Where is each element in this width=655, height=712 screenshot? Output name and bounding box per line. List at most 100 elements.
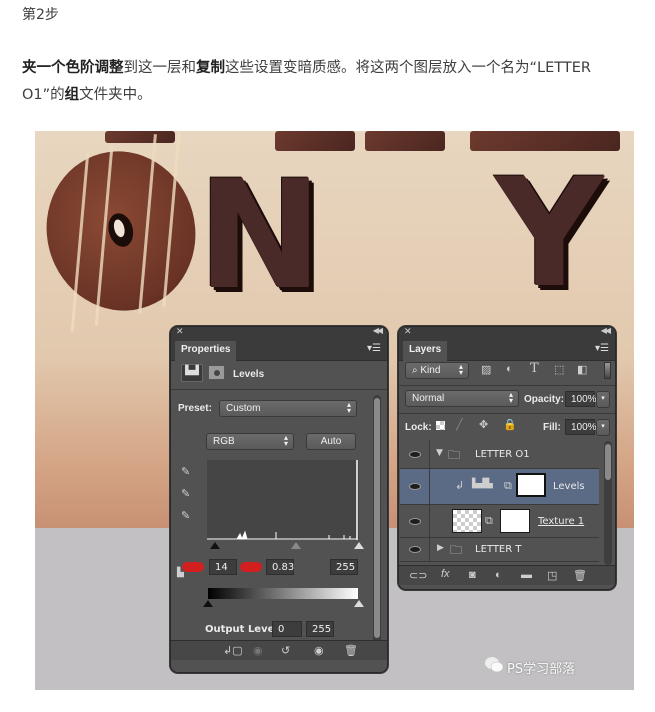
- collapse-icon[interactable]: ◀◀: [601, 326, 611, 335]
- layer-name[interactable]: Texture 1: [538, 516, 584, 527]
- link-layers-icon[interactable]: ⊂⊃: [409, 569, 427, 582]
- gray-eyedropper-icon[interactable]: ✎: [181, 487, 190, 500]
- updown-icon: ▴ ▾: [283, 433, 288, 448]
- smart-object-filter-icon[interactable]: ◧: [577, 363, 587, 376]
- trash-icon[interactable]: 🗑: [573, 569, 587, 582]
- fill-field[interactable]: 100%: [565, 419, 597, 435]
- lock-label: Lock:: [405, 422, 432, 433]
- layers-scrollbar[interactable]: [604, 441, 612, 565]
- input-white-slider[interactable]: [354, 542, 364, 549]
- expand-triangle-icon[interactable]: ▶: [437, 543, 444, 553]
- donut-letter-o: [35, 131, 214, 332]
- eye-icon: [409, 518, 421, 525]
- input-gamma-field[interactable]: 0.83: [266, 559, 294, 575]
- layer-row-group-letter-t[interactable]: ▶ 🗀 LETTER T: [400, 538, 599, 562]
- new-adjustment-icon[interactable]: ◐: [495, 569, 502, 581]
- new-group-icon[interactable]: ▬: [521, 569, 532, 581]
- white-eyedropper-icon[interactable]: ✎: [181, 509, 190, 522]
- filter-kind-value: Kind: [420, 365, 441, 376]
- lock-image-icon[interactable]: ╱: [456, 418, 463, 431]
- output-black-field[interactable]: 0: [272, 621, 302, 637]
- layer-thumbnail[interactable]: [452, 509, 482, 533]
- close-icon[interactable]: ✕: [176, 326, 184, 337]
- output-black-slider[interactable]: [203, 600, 213, 607]
- layers-bottom-bar: ⊂⊃ fx ◙ ◐ ▬ ◳ 🗑: [399, 565, 615, 585]
- opacity-label: Opacity:: [524, 394, 565, 405]
- preset-dropdown[interactable]: Custom ▴ ▾: [219, 400, 357, 417]
- layer-row-group-letter-o1[interactable]: ▼ 🗀 LETTER O1: [400, 440, 599, 469]
- panel-menu-icon[interactable]: ▾☰: [595, 343, 609, 354]
- chocolate-chunk: [275, 131, 355, 151]
- lock-position-icon[interactable]: ✥: [479, 418, 488, 431]
- expand-triangle-icon[interactable]: ▼: [436, 448, 443, 458]
- layer-mask-thumbnail[interactable]: [516, 473, 546, 497]
- icing-stripe: [70, 152, 90, 332]
- opacity-field[interactable]: 100%: [565, 391, 597, 407]
- lock-transparent-icon[interactable]: [436, 421, 445, 430]
- opacity-dropdown-button[interactable]: ▾: [596, 391, 610, 408]
- type-filter-icon[interactable]: T: [530, 361, 539, 376]
- view-previous-icon[interactable]: ◉: [253, 644, 263, 657]
- lock-all-icon[interactable]: 🔒: [503, 418, 517, 431]
- input-white-field[interactable]: 255: [330, 559, 358, 575]
- levels-icon: ▙▟▙: [472, 479, 493, 489]
- folder-icon: 🗀: [448, 448, 461, 462]
- layer-name[interactable]: LETTER T: [475, 544, 521, 555]
- fx-icon[interactable]: fx: [441, 568, 450, 580]
- layer-row-texture-1[interactable]: ⧉ Texture 1: [400, 505, 599, 538]
- visibility-toggle[interactable]: [400, 505, 430, 537]
- input-black-field[interactable]: 14: [209, 559, 237, 575]
- tab-layers[interactable]: Layers: [403, 341, 448, 361]
- divider: [399, 385, 615, 386]
- input-gamma-slider[interactable]: [291, 542, 301, 549]
- panel-menu-icon[interactable]: ▾☰: [367, 343, 381, 354]
- reset-icon[interactable]: ↺: [281, 644, 290, 657]
- blend-mode-dropdown[interactable]: Normal ▴ ▾: [405, 390, 519, 407]
- visibility-toggle[interactable]: [400, 469, 430, 504]
- histogram: [207, 460, 359, 541]
- blend-mode-value: Normal: [412, 393, 445, 404]
- visibility-eye-icon[interactable]: ◉: [314, 644, 324, 657]
- auto-button[interactable]: Auto: [306, 433, 356, 450]
- para-text-3: 文件夹中。: [79, 87, 152, 103]
- visibility-toggle[interactable]: [400, 538, 430, 561]
- black-eyedropper-icon[interactable]: ✎: [181, 465, 190, 478]
- layer-mask-thumbnail[interactable]: [500, 509, 530, 533]
- trash-icon[interactable]: 🗑: [344, 644, 358, 657]
- para-bold-1: 夹一个: [22, 60, 66, 76]
- input-black-slider[interactable]: [210, 542, 220, 549]
- panel-scrollbar[interactable]: [373, 395, 381, 645]
- mask-icon[interactable]: [208, 365, 225, 380]
- adjustment-filter-icon[interactable]: ◐: [506, 363, 513, 375]
- levels-adjustment-icon[interactable]: ▙▟: [181, 364, 203, 382]
- add-mask-icon[interactable]: ◙: [469, 569, 476, 581]
- collapse-icon[interactable]: ◀◀: [373, 326, 383, 335]
- tab-properties[interactable]: Properties: [175, 341, 237, 361]
- output-white-field[interactable]: 255: [306, 621, 334, 637]
- layer-name[interactable]: LETTER O1: [475, 449, 530, 460]
- adjustment-name: Levels: [233, 369, 265, 380]
- divider: [171, 389, 387, 390]
- layer-row-levels[interactable]: ↲ ▙▟▙ ⧉ Levels: [400, 469, 599, 505]
- link-icon[interactable]: ⧉: [504, 479, 512, 493]
- eye-icon: [409, 483, 421, 490]
- visibility-toggle[interactable]: [400, 440, 430, 468]
- close-icon[interactable]: ✕: [404, 326, 412, 337]
- filter-kind-dropdown[interactable]: ⌕ Kind ▴ ▾: [405, 362, 469, 379]
- new-layer-icon[interactable]: ◳: [547, 569, 557, 582]
- tab-row: Properties ▾☰: [171, 339, 387, 361]
- channel-value: RGB: [213, 436, 235, 447]
- pixel-filter-icon[interactable]: ▨: [481, 363, 491, 376]
- red-arrow-annotation: [240, 562, 262, 572]
- fill-dropdown-button[interactable]: ▾: [596, 419, 610, 436]
- filter-toggle[interactable]: [604, 362, 611, 379]
- output-white-slider[interactable]: [354, 600, 364, 607]
- icing-stripe: [138, 134, 157, 314]
- channel-dropdown[interactable]: RGB ▴ ▾: [206, 433, 294, 450]
- clip-to-layer-icon[interactable]: ↲▢: [223, 644, 243, 657]
- layer-name[interactable]: Levels: [553, 481, 585, 492]
- eye-icon: [409, 546, 421, 553]
- link-icon[interactable]: ⧉: [485, 514, 493, 528]
- shape-filter-icon[interactable]: ⬚: [554, 363, 564, 376]
- divider: [399, 413, 615, 414]
